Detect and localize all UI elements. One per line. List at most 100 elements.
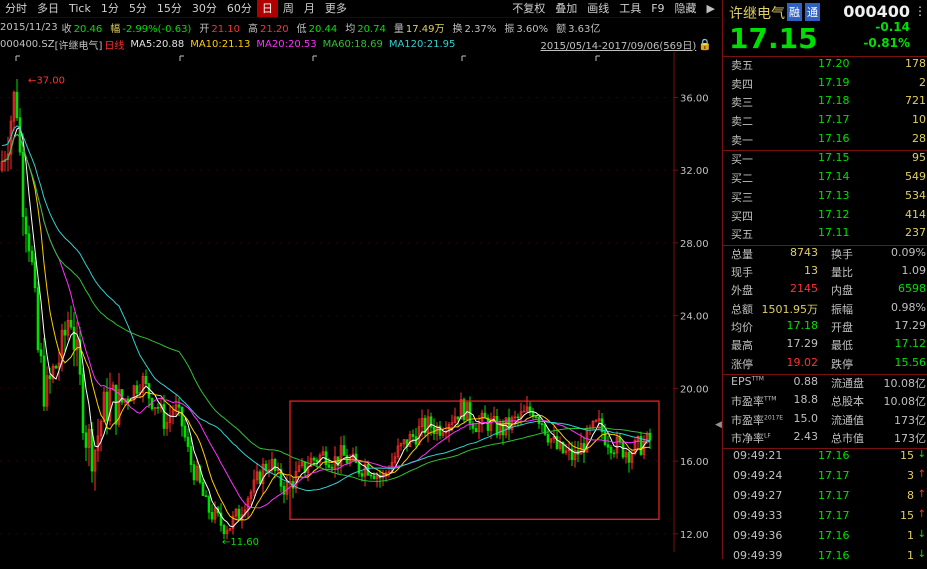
- y-tick-label: 12.00: [680, 530, 709, 541]
- current-price: 17.15: [729, 22, 818, 55]
- toolbar-right-1[interactable]: 叠加: [550, 0, 582, 17]
- ask-volume: 2: [919, 75, 926, 89]
- toolbar-right-5[interactable]: 隐藏: [670, 0, 702, 17]
- kline-chart[interactable]: 36.00 32.00 28.00 24.00 20.00 16.00 12.00 ←37.0…: [0, 52, 720, 559]
- toolbar-right-3[interactable]: 工具: [614, 0, 646, 17]
- bid-row[interactable]: 买二 17.14 549: [723, 170, 927, 189]
- arrow-right-icon[interactable]: ▶: [702, 0, 720, 17]
- fundamental-label: 流通值: [831, 413, 864, 427]
- info-high: 高 21.20: [247, 23, 289, 35]
- ask-row[interactable]: 卖三 17.18 721: [723, 94, 927, 113]
- stat-value: 0.98%: [891, 300, 926, 314]
- ma5-label: MA5:20.88: [130, 38, 185, 50]
- candle-body: [201, 481, 205, 497]
- period-tab-6[interactable]: 30分: [187, 0, 222, 17]
- quote-panel: 许继电气 融 通 000400 ⋮ 17.15 -0.14 -0.81% 卖五 1…: [722, 0, 927, 562]
- trade-row: 09:49:21 17.16 15 ↓: [723, 449, 927, 469]
- candle-body: [180, 406, 184, 427]
- trade-time: 09:49:39: [733, 549, 783, 563]
- candle-body: [369, 474, 373, 477]
- more-menu-icon[interactable]: ⋮: [914, 4, 926, 18]
- date-range-selector[interactable]: 2015/05/14-2017/09/06(569日): [541, 37, 697, 52]
- fundamental-value: 2.43: [793, 429, 819, 443]
- period-tab-0[interactable]: 分时: [0, 0, 32, 17]
- candle-body: [33, 261, 37, 289]
- candle-body: [621, 441, 625, 458]
- fundamental-row: 市盈率2017E 15.0 流通值 173亿: [723, 412, 927, 430]
- candle-body: [612, 452, 616, 455]
- connect-badge[interactable]: 通: [805, 3, 820, 21]
- y-tick-label: 28.00: [680, 239, 709, 250]
- bid-row[interactable]: 买五 17.11 237: [723, 226, 927, 245]
- candle-body: [54, 365, 58, 369]
- candle-body: [183, 425, 187, 438]
- candle-body: [192, 464, 196, 481]
- bid-price: 17.13: [818, 188, 850, 202]
- stat-label: 现手: [731, 266, 753, 280]
- candle-body: [258, 471, 262, 485]
- info-open: 开 21.10: [199, 23, 240, 35]
- stat-row: 总额 1501.95万 振幅 0.98%: [723, 301, 927, 319]
- period-tab-4[interactable]: 5分: [124, 0, 152, 17]
- ask-row[interactable]: 卖四 17.19 2: [723, 76, 927, 95]
- stat-row: 现手 13 量比 1.09: [723, 264, 927, 282]
- ask-label: 卖二: [731, 115, 753, 129]
- stat-value: 17.29: [786, 337, 819, 351]
- ask-volume: 10: [912, 113, 926, 127]
- bid-volume: 549: [905, 170, 926, 184]
- sidebar-collapse-icon[interactable]: ◀: [715, 420, 722, 430]
- ask-row[interactable]: 卖五 17.20 178: [723, 57, 927, 76]
- trade-row: 09:49:39 17.16 1 ↓: [723, 549, 927, 569]
- candle-body: [27, 233, 31, 252]
- period-tab-10[interactable]: 月: [299, 0, 320, 17]
- candle-body: [177, 404, 181, 408]
- margin-badge[interactable]: 融: [787, 3, 802, 21]
- period-tab-5[interactable]: 15分: [152, 0, 187, 17]
- toolbar-right-0[interactable]: 不复权: [507, 0, 550, 17]
- trade-direction-icon: ↓: [917, 549, 926, 561]
- info-close: 收 20.46: [61, 23, 103, 35]
- ask-row[interactable]: 卖二 17.17 10: [723, 113, 927, 132]
- toolbar-right-2[interactable]: 画线: [582, 0, 614, 17]
- y-tick-label: 20.00: [680, 384, 709, 395]
- candle-body: [327, 464, 331, 468]
- fundamental-row: 市盈率TTM 18.8 总股本 10.08亿: [723, 393, 927, 411]
- trade-row: 09:49:24 17.17 3 ↑: [723, 469, 927, 489]
- trade-direction-icon: ↑: [917, 469, 926, 481]
- candle-body: [609, 446, 613, 454]
- stat-label: 总量: [731, 247, 753, 261]
- bid-row[interactable]: 买四 17.12 414: [723, 208, 927, 227]
- candle-body: [273, 459, 277, 471]
- trade-direction-icon: ↑: [917, 509, 926, 521]
- period-tab-3[interactable]: 1分: [96, 0, 124, 17]
- candle-body: [15, 91, 19, 119]
- bid-row[interactable]: 买一 17.15 95: [723, 151, 927, 170]
- trade-volume: 1: [907, 529, 914, 543]
- period-tab-7[interactable]: 60分: [222, 0, 257, 17]
- candle-body: [18, 117, 22, 153]
- trade-time: 09:49:36: [733, 529, 783, 543]
- period-tab-11[interactable]: 更多: [320, 0, 352, 17]
- max-price-label: ←37.00: [28, 75, 65, 86]
- period-tab-8[interactable]: 日: [256, 0, 278, 17]
- bid-row[interactable]: 买三 17.13 534: [723, 189, 927, 208]
- bid-label: 买四: [731, 209, 753, 223]
- bid-label: 买三: [731, 190, 753, 204]
- candle-body: [462, 399, 466, 421]
- period-tab-9[interactable]: 周: [278, 0, 299, 17]
- candle-body: [315, 459, 319, 463]
- candle-body: [69, 319, 73, 328]
- ask-label: 卖三: [731, 96, 753, 110]
- trade-volume: 15: [900, 509, 914, 523]
- stat-value: 1.09: [901, 264, 927, 278]
- ask-row[interactable]: 卖一 17.16 28: [723, 132, 927, 151]
- period-tab-1[interactable]: 多日: [32, 0, 64, 17]
- quote-header: 许继电气 融 通 000400 ⋮ 17.15 -0.14 -0.81%: [723, 0, 927, 56]
- ask-price: 17.17: [818, 113, 850, 127]
- lock-icon[interactable]: 🔒: [698, 38, 712, 51]
- period-tab-2[interactable]: Tick: [64, 0, 96, 17]
- toolbar-right-4[interactable]: F9: [646, 0, 669, 17]
- info-change: 幅 -2.99%(-0.63): [110, 23, 192, 35]
- stat-label: 量比: [831, 266, 853, 280]
- fundamental-value: 18.8: [793, 393, 819, 407]
